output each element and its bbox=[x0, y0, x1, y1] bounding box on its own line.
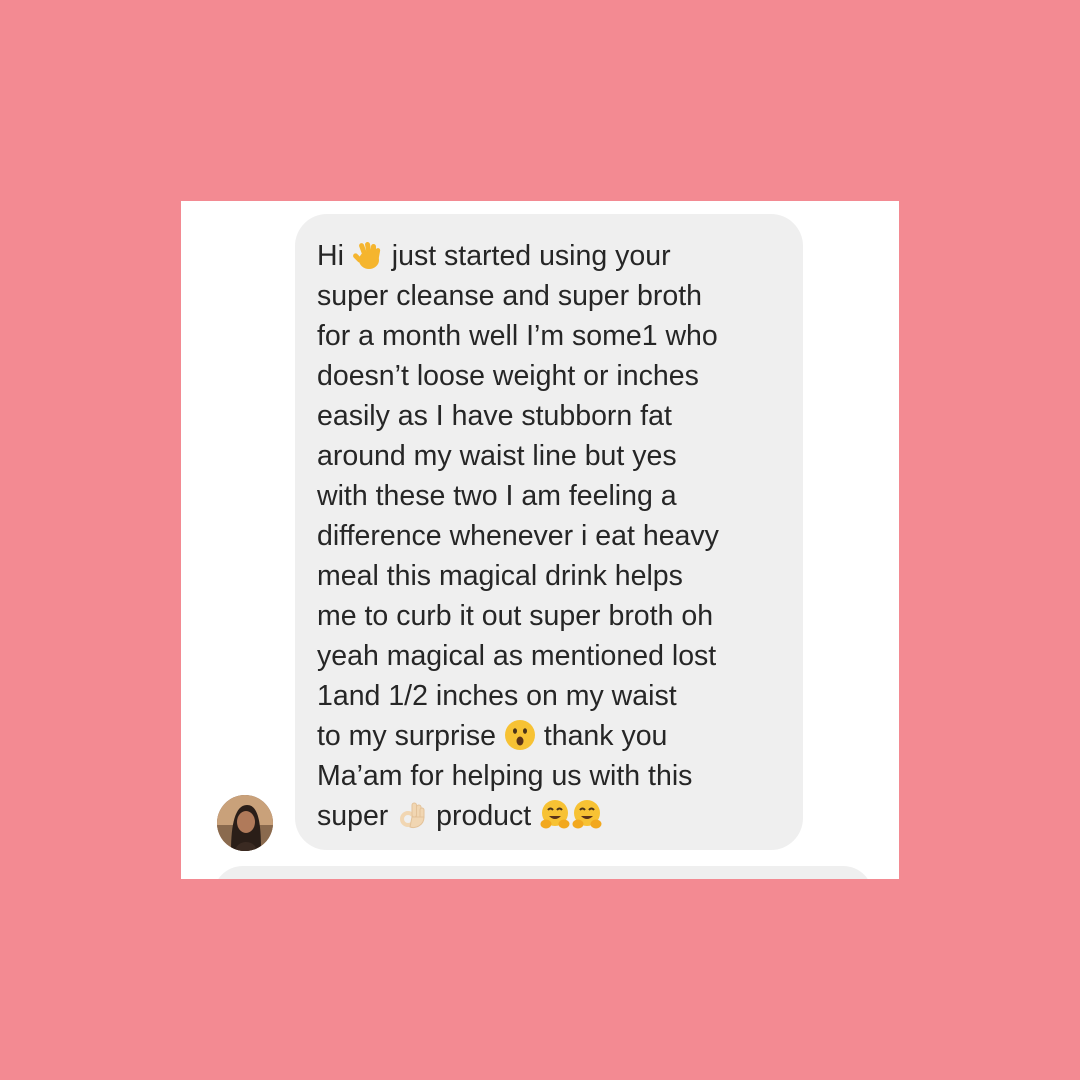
message-line: super cleanse and super broth bbox=[317, 280, 703, 312]
message-line: for a month well I’m some1 who bbox=[317, 320, 718, 352]
message-line: yeah magical as mentioned lost bbox=[317, 640, 717, 672]
message-line: meal this magical drink helps bbox=[317, 560, 683, 592]
message-line: super product bbox=[317, 796, 719, 836]
message-line: Hi just started using your bbox=[317, 239, 671, 272]
waving-hand-emoji bbox=[352, 239, 384, 271]
message-bubble[interactable]: Hi just started using your super cleanse… bbox=[295, 214, 803, 850]
message-line: difference whenever i eat heavy bbox=[317, 520, 719, 552]
message-line: easily as I have stubborn fat bbox=[317, 400, 672, 432]
message-line: Ma’am for helping us with this bbox=[317, 760, 693, 792]
next-message-bubble[interactable] bbox=[213, 866, 873, 879]
hugging-face-emoji bbox=[571, 799, 603, 831]
message-line: to my surprise thank you bbox=[317, 719, 668, 752]
message-line: doesn’t loose weight or inches bbox=[317, 360, 699, 392]
message-line: me to curb it out super broth oh bbox=[317, 600, 714, 632]
sender-avatar[interactable] bbox=[217, 795, 273, 851]
chat-card: Hi just started using your super cleanse… bbox=[181, 201, 899, 879]
hugging-face-emoji bbox=[539, 799, 571, 831]
ok-hand-emoji bbox=[396, 799, 428, 831]
surprised-face-emoji bbox=[504, 719, 536, 751]
message-line: around my waist line but yes bbox=[317, 440, 677, 472]
message-text: Hi just started using your super cleanse… bbox=[317, 236, 719, 836]
message-line: 1and 1/2 inches on my waist bbox=[317, 680, 677, 712]
message-line: with these two I am feeling a bbox=[317, 480, 677, 512]
avatar-icon bbox=[217, 795, 273, 851]
